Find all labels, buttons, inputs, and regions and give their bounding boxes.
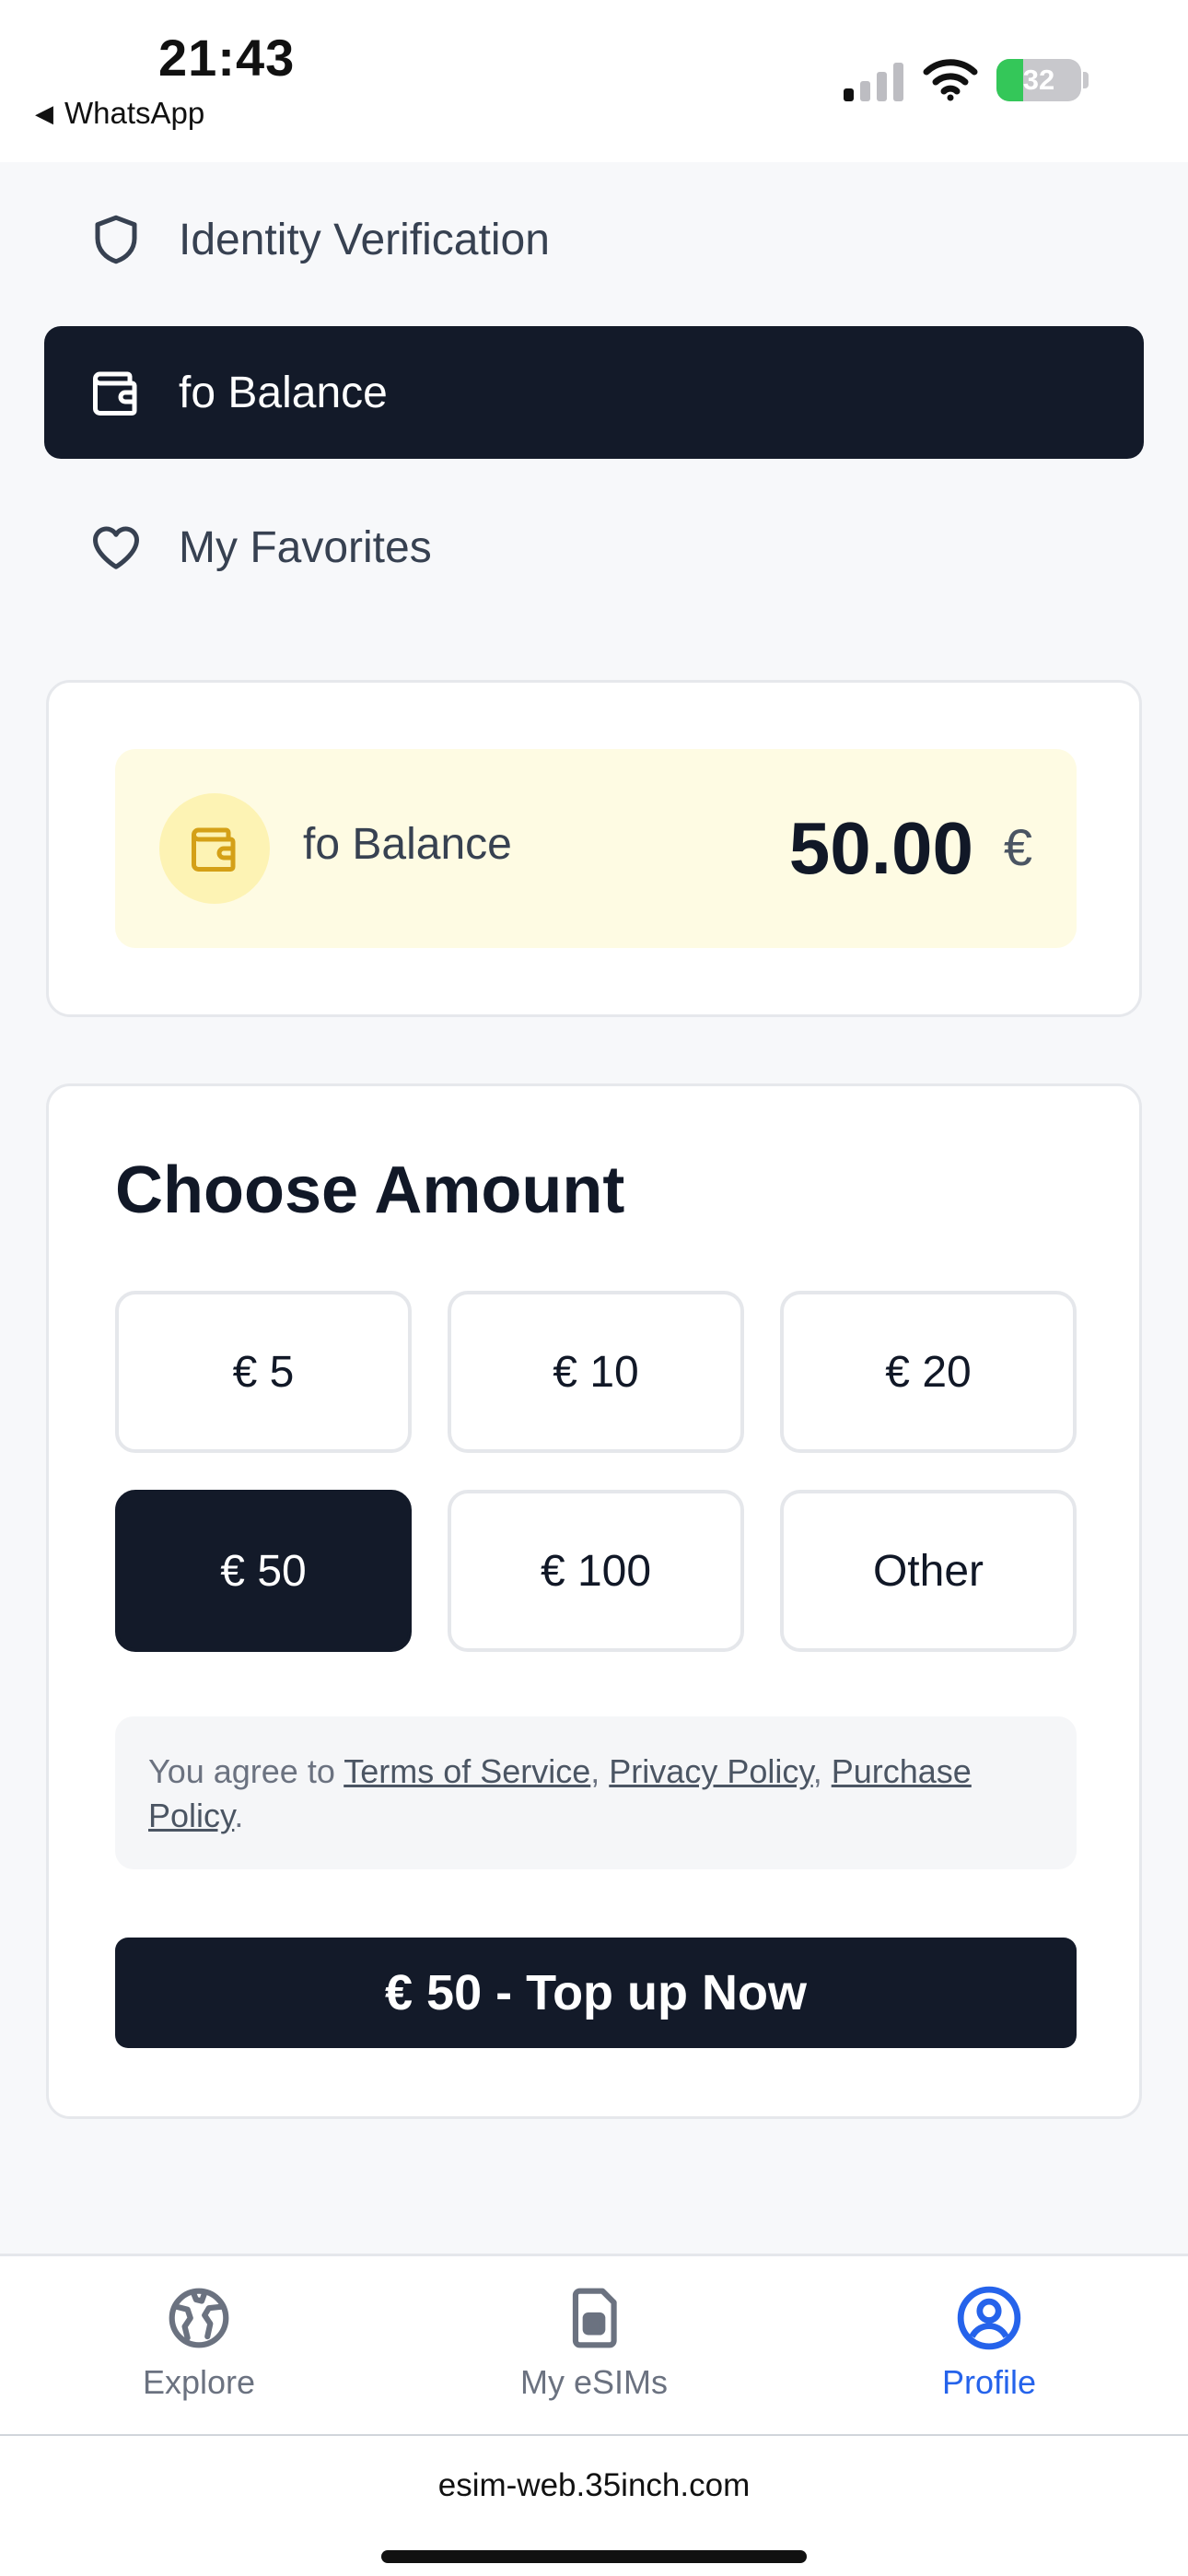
battery-tip — [1083, 72, 1089, 88]
amount-option-20[interactable]: € 20 — [780, 1291, 1077, 1453]
terms-suffix: . — [234, 1797, 244, 1834]
amount-option-100[interactable]: € 100 — [448, 1490, 744, 1652]
balance-card: fo Balance 50.00 € — [46, 680, 1142, 1017]
profile-icon — [955, 2284, 1023, 2352]
nav-tab-explore[interactable]: Explore — [61, 2284, 337, 2422]
globe-icon — [165, 2284, 233, 2352]
choose-amount-title: Choose Amount — [115, 1153, 625, 1227]
nav-tab-profile[interactable]: Profile — [851, 2284, 1127, 2422]
browser-address-bar: esim-web.35inch.com — [0, 2434, 1188, 2576]
nav-tab-my-esims[interactable]: My eSIMs — [456, 2284, 732, 2422]
nav-label: Profile — [941, 2363, 1037, 2401]
balance-summary: fo Balance 50.00 € — [115, 749, 1077, 948]
terms-separator: , — [812, 1752, 832, 1790]
status-bar: 21:43 ◀ WhatsApp 32 — [0, 0, 1188, 162]
back-to-app-link[interactable]: ◀ WhatsApp — [35, 96, 204, 131]
clock: 21:43 — [158, 29, 296, 87]
balance-currency: € — [1003, 818, 1032, 876]
terms-separator: , — [590, 1752, 610, 1790]
nav-label: My eSIMs — [519, 2363, 668, 2401]
bottom-navigation: Explore My eSIMs Profile — [0, 2254, 1188, 2434]
sim-card-icon — [560, 2284, 628, 2352]
balance-amount: 50.00 — [788, 807, 973, 889]
menu-item-balance[interactable]: fo Balance — [44, 326, 1144, 459]
balance-label: fo Balance — [303, 820, 512, 869]
amount-option-10[interactable]: € 10 — [448, 1291, 744, 1453]
heart-icon — [88, 520, 144, 575]
amount-option-5[interactable]: € 5 — [115, 1291, 412, 1453]
url-display[interactable]: esim-web.35inch.com — [0, 2467, 1188, 2504]
top-up-now-button[interactable]: € 50 - Top up Now — [115, 1938, 1077, 2048]
wifi-icon — [923, 59, 978, 101]
terms-prefix: You agree to — [148, 1752, 344, 1790]
terms-of-service-link[interactable]: Terms of Service — [344, 1752, 590, 1790]
choose-amount-card: Choose Amount € 5 € 10 € 20 € 50 € 100 O… — [46, 1083, 1142, 2119]
back-app-label: WhatsApp — [64, 96, 205, 130]
terms-notice: You agree to Terms of Service, Privacy P… — [115, 1716, 1077, 1869]
amount-option-other[interactable]: Other — [780, 1490, 1077, 1652]
menu-item-my-favorites[interactable]: My Favorites — [44, 481, 1144, 614]
home-indicator[interactable] — [381, 2550, 807, 2563]
wallet-icon — [88, 365, 144, 420]
wallet-icon — [159, 793, 270, 904]
battery-indicator: 32 — [996, 59, 1081, 101]
menu-item-label: My Favorites — [179, 522, 432, 572]
cellular-signal-icon — [844, 63, 903, 101]
menu-item-label: fo Balance — [179, 368, 388, 417]
amount-option-50[interactable]: € 50 — [115, 1490, 412, 1652]
menu-item-label: Identity Verification — [179, 215, 550, 264]
menu-item-identity-verification[interactable]: Identity Verification — [44, 173, 1144, 306]
battery-percent: 32 — [1022, 64, 1055, 96]
shield-icon — [88, 212, 144, 267]
app-screen: 21:43 ◀ WhatsApp 32 Identity Verificatio… — [0, 0, 1188, 2576]
nav-label: Explore — [142, 2363, 256, 2401]
privacy-policy-link[interactable]: Privacy Policy — [609, 1752, 812, 1790]
back-triangle-icon: ◀ — [35, 99, 53, 127]
